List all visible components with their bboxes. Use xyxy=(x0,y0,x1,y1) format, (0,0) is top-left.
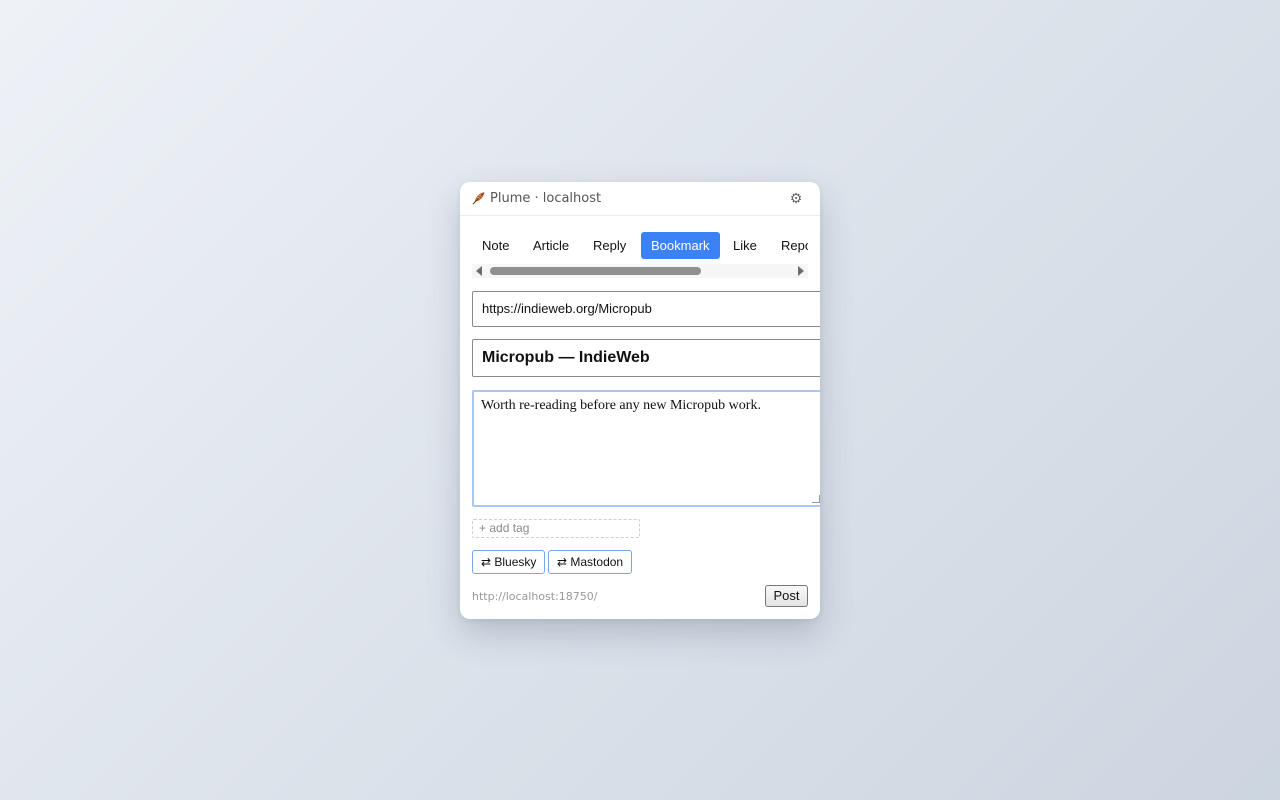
post-type-tabs: Note Article Reply Bookmark Like Repost xyxy=(472,231,808,261)
post-button[interactable]: Post xyxy=(765,585,808,607)
micropub-endpoint: http://localhost:18750/ xyxy=(472,590,598,603)
bookmark-title-input[interactable]: Micropub — IndieWeb xyxy=(472,339,820,377)
tabs-scrollbar[interactable] xyxy=(472,264,808,278)
tab-bookmark[interactable]: Bookmark xyxy=(641,232,720,259)
syndicate-mastodon-button[interactable]: ⇄ Mastodon xyxy=(548,550,633,574)
syndicate-bluesky-button[interactable]: ⇄ Bluesky xyxy=(472,550,546,574)
gear-icon[interactable]: ⚙ xyxy=(788,188,804,208)
tab-like[interactable]: Like xyxy=(723,232,767,259)
window-title: Plume · localhost xyxy=(490,191,602,206)
feather-icon xyxy=(472,191,486,205)
tab-repost[interactable]: Repost xyxy=(771,232,808,259)
tab-note[interactable]: Note xyxy=(472,232,519,259)
content-textarea[interactable]: Worth re-reading before any new Micropub… xyxy=(472,390,820,507)
resize-handle[interactable] xyxy=(812,495,820,503)
bookmark-url-input[interactable]: https://indieweb.org/Micropub xyxy=(472,291,820,327)
scrollbar-thumb[interactable] xyxy=(490,267,701,275)
panel-header: Plume · localhost ⚙ xyxy=(460,182,820,216)
tab-article[interactable]: Article xyxy=(523,232,579,259)
content-text: Worth re-reading before any new Micropub… xyxy=(481,398,761,413)
add-tag-input[interactable]: + add tag xyxy=(472,519,640,538)
composer-panel: Plume · localhost ⚙ Note Article Reply B… xyxy=(460,182,820,619)
tab-reply[interactable]: Reply xyxy=(583,232,636,259)
scroll-left-icon[interactable] xyxy=(476,266,482,276)
scroll-right-icon[interactable] xyxy=(798,266,804,276)
